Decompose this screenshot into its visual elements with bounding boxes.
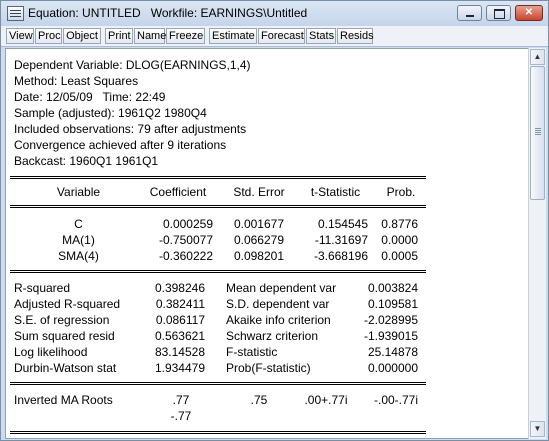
stat-value: 0.563621 — [154, 329, 205, 343]
sample-line: Sample (adjusted): 1961Q2 1980Q4 — [14, 106, 207, 120]
equation-window-icon — [7, 6, 24, 21]
stat-label: Prob(F-statistic) — [226, 361, 311, 375]
coef-row-variable: C — [74, 217, 83, 231]
estimation-output[interactable]: Dependent Variable: DLOG(EARNINGS,1,4) M… — [5, 48, 529, 439]
stat-value: 0.000000 — [367, 361, 418, 375]
scroll-thumb[interactable] — [530, 66, 545, 200]
freeze-button[interactable]: Freeze — [166, 28, 205, 44]
observations-line: Included observations: 79 after adjustme… — [14, 122, 247, 136]
coef-row-coefficient: -0.360222 — [158, 249, 213, 263]
coef-row-prob: 0.0000 — [381, 233, 418, 247]
coef-row-coefficient: -0.750077 — [158, 233, 213, 247]
scroll-down-button[interactable]: ▼ — [530, 421, 545, 437]
coef-row-t-statistic: -3.668196 — [313, 249, 368, 263]
roots-label: Inverted MA Roots — [14, 393, 113, 407]
coef-row-std-error: 0.066279 — [233, 233, 284, 247]
coef-row-coefficient: 0.000259 — [162, 217, 213, 231]
root-value: .75 — [250, 393, 268, 407]
date-line: Date: 12/05/09 Time: 22:49 — [14, 90, 166, 104]
backcast-line: Backcast: 1960Q1 1961Q1 — [14, 154, 159, 168]
resids-button[interactable]: Resids — [337, 28, 374, 44]
dependent-variable-line: Dependent Variable: DLOG(EARNINGS,1,4) — [14, 58, 251, 72]
coef-row-t-statistic: 0.154545 — [317, 217, 368, 231]
window-title: Equation: UNTITLED Workfile: EARNINGS\Un… — [28, 6, 308, 20]
vertical-scrollbar[interactable]: ▲ ▼ — [528, 48, 546, 439]
stat-value: 0.003824 — [367, 281, 418, 295]
title-bar[interactable]: Equation: UNTITLED Workfile: EARNINGS\Un… — [1, 1, 548, 27]
stat-label: Log likelihood — [14, 345, 88, 359]
stat-label: S.E. of regression — [14, 313, 110, 327]
root-value: .77 — [172, 393, 190, 407]
stat-value: 83.14528 — [154, 345, 205, 359]
method-line: Method: Least Squares — [14, 74, 139, 88]
stat-value: 0.109581 — [367, 297, 418, 311]
roots-top-rule — [10, 382, 426, 385]
stat-label: F-statistic — [226, 345, 278, 359]
maximize-icon — [487, 6, 510, 20]
print-button[interactable]: Print — [105, 28, 133, 44]
stat-label: Akaike info criterion — [226, 313, 331, 327]
stat-label: Sum squared resid — [14, 329, 115, 343]
coef-row-prob: 0.0005 — [381, 249, 418, 263]
coef-row-variable: MA(1) — [62, 233, 95, 247]
table-header-rule — [10, 205, 426, 208]
coef-row-prob: 0.8776 — [381, 217, 418, 231]
scroll-up-button[interactable]: ▲ — [530, 49, 545, 65]
coef-row-std-error: 0.001677 — [233, 217, 284, 231]
coef-row-variable: SMA(4) — [58, 249, 99, 263]
coef-row-t-statistic: -11.31697 — [314, 233, 368, 247]
root-value: -.00-.77i — [373, 393, 419, 407]
view-button[interactable]: View — [6, 28, 34, 44]
stat-label: Durbin-Watson stat — [14, 361, 117, 375]
coef-row-std-error: 0.098201 — [233, 249, 284, 263]
stat-value: 0.398246 — [154, 281, 205, 295]
stats-top-rule — [10, 270, 426, 273]
header-prob: Prob. — [386, 185, 416, 199]
minimize-button[interactable] — [457, 5, 482, 21]
minimize-icon — [458, 6, 481, 20]
stat-value: 0.086117 — [155, 313, 205, 327]
root-value: -.77 — [170, 409, 192, 423]
close-icon: ✕ — [524, 7, 534, 18]
table-bottom-rule — [10, 431, 426, 434]
stat-label: Adjusted R-squared — [14, 297, 121, 311]
header-t-statistic: t-Statistic — [310, 185, 361, 199]
equation-window: Equation: UNTITLED Workfile: EARNINGS\Un… — [0, 0, 549, 441]
stat-value: -1.939015 — [363, 329, 418, 343]
stat-value: 1.934479 — [154, 361, 205, 375]
maximize-button[interactable] — [486, 5, 511, 21]
close-button[interactable]: ✕ — [515, 5, 543, 21]
header-std-error: Std. Error — [233, 185, 285, 199]
object-button[interactable]: Object — [63, 28, 101, 44]
stat-value: -2.028995 — [363, 313, 418, 327]
stat-label: Schwarz criterion — [226, 329, 319, 343]
grip-icon — [535, 128, 541, 129]
estimate-button[interactable]: Estimate — [209, 28, 257, 44]
proc-button[interactable]: Proc — [35, 28, 62, 44]
header-variable: Variable — [56, 185, 101, 199]
equation-toolbar: View Proc Object Print Name Freeze Estim… — [1, 26, 548, 47]
name-button[interactable]: Name — [134, 28, 166, 44]
header-coefficient: Coefficient — [149, 185, 207, 199]
stat-label: Mean dependent var — [226, 281, 337, 295]
stat-label: R-squared — [14, 281, 71, 295]
stats-button[interactable]: Stats — [306, 28, 336, 44]
forecast-button[interactable]: Forecast — [258, 28, 305, 44]
root-value: .00+.77i — [304, 393, 348, 407]
stat-value: 0.382411 — [155, 297, 205, 311]
convergence-line: Convergence achieved after 9 iterations — [14, 138, 227, 152]
stat-value: 25.14878 — [367, 345, 418, 359]
table-top-rule — [10, 176, 426, 179]
stat-label: S.D. dependent var — [226, 297, 330, 311]
